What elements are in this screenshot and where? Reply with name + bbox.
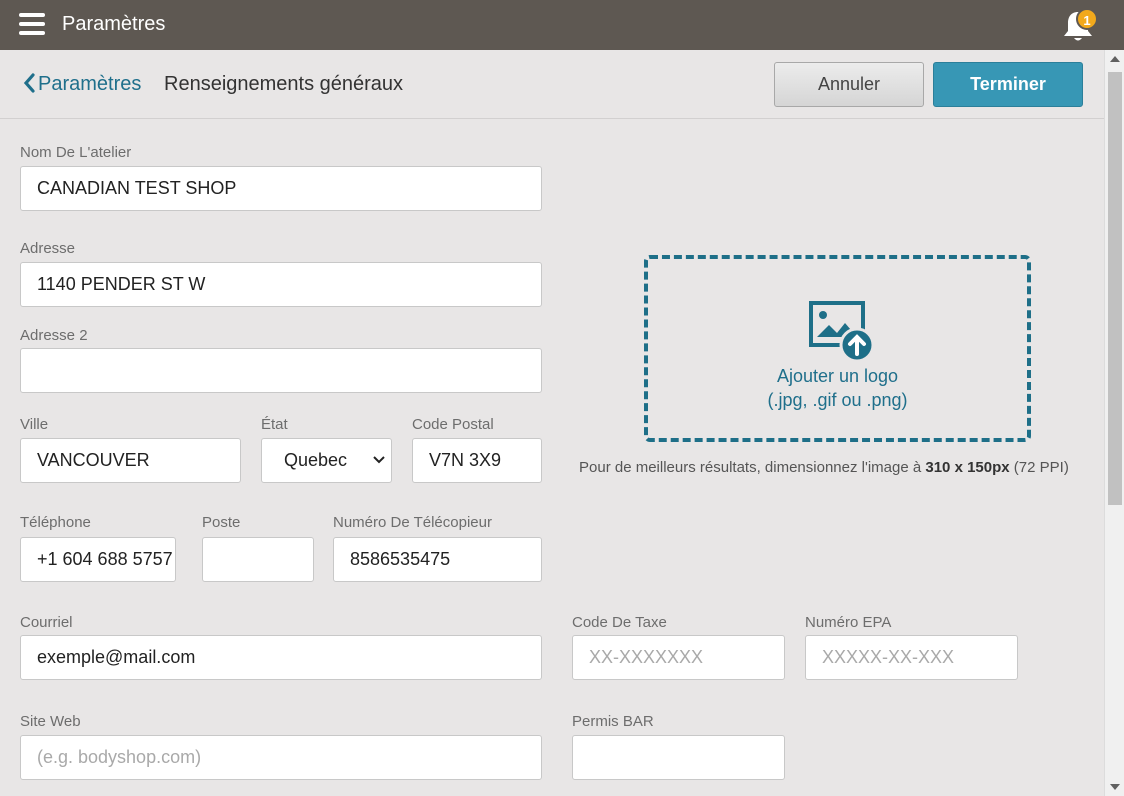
chevron-down-icon[interactable] [373,456,385,464]
tax-code-input[interactable] [572,635,785,680]
app-title: Paramètres [62,13,166,35]
state-select-value: Quebec [284,450,348,470]
logo-formats-text: (.jpg, .gif ou .png) [767,390,908,410]
sub-header: Paramètres Renseignements généraux Annul… [0,50,1104,119]
postal-input[interactable] [412,438,542,483]
bar-permit-input[interactable] [572,735,785,780]
scroll-down-arrow-icon[interactable] [1110,784,1120,790]
logo-hint-suffix: (72 PPI) [1009,459,1069,476]
notification-badge: 1 [1076,8,1098,30]
address-input[interactable] [20,262,542,307]
chevron-left-icon[interactable] [22,72,36,94]
top-bar: Paramètres 1 [0,0,1124,50]
scrollbar[interactable] [1104,50,1124,796]
address2-label: Adresse 2 [20,327,88,344]
shop-name-input[interactable] [20,166,542,211]
page-title: Renseignements généraux [164,73,404,95]
state-label: État [261,416,288,433]
epa-number-input[interactable] [805,635,1018,680]
tax-code-label: Code De Taxe [572,614,667,631]
postal-label: Code Postal [412,416,494,433]
phone-input[interactable] [20,537,176,582]
extension-input[interactable] [202,537,314,582]
epa-number-label: Numéro EPA [805,614,892,631]
add-logo-text: Ajouter un logo [776,366,899,386]
cancel-button[interactable]: Annuler [774,62,924,107]
city-label: Ville [20,416,49,433]
logo-hint-size: 310 x 150px [925,459,1010,476]
website-input[interactable] [20,735,542,780]
image-upload-icon [809,301,875,363]
scroll-thumb[interactable] [1108,72,1122,505]
logo-size-hint: Pour de meilleurs résultats, dimensionne… [579,459,1069,476]
city-input[interactable] [20,438,241,483]
fax-label: Numéro De Télécopieur [333,514,492,531]
address2-input[interactable] [20,348,542,393]
back-link[interactable]: Paramètres [38,73,141,96]
done-button[interactable]: Terminer [933,62,1083,107]
logo-upload-dropzone[interactable]: Ajouter un logo (.jpg, .gif ou .png) [644,255,1031,442]
address-label: Adresse [20,240,76,257]
logo-hint-prefix: Pour de meilleurs résultats, dimensionne… [579,459,926,476]
scroll-up-arrow-icon[interactable] [1110,56,1120,62]
extension-label: Poste [202,514,241,531]
email-label: Courriel [20,614,73,631]
website-label: Site Web [20,713,81,730]
bar-permit-label: Permis BAR [572,713,654,730]
shop-name-label: Nom De L'atelier [20,144,132,161]
email-input[interactable] [20,635,542,680]
hamburger-menu-icon[interactable] [19,13,45,35]
phone-label: Téléphone [20,514,91,531]
fax-input[interactable] [333,537,542,582]
